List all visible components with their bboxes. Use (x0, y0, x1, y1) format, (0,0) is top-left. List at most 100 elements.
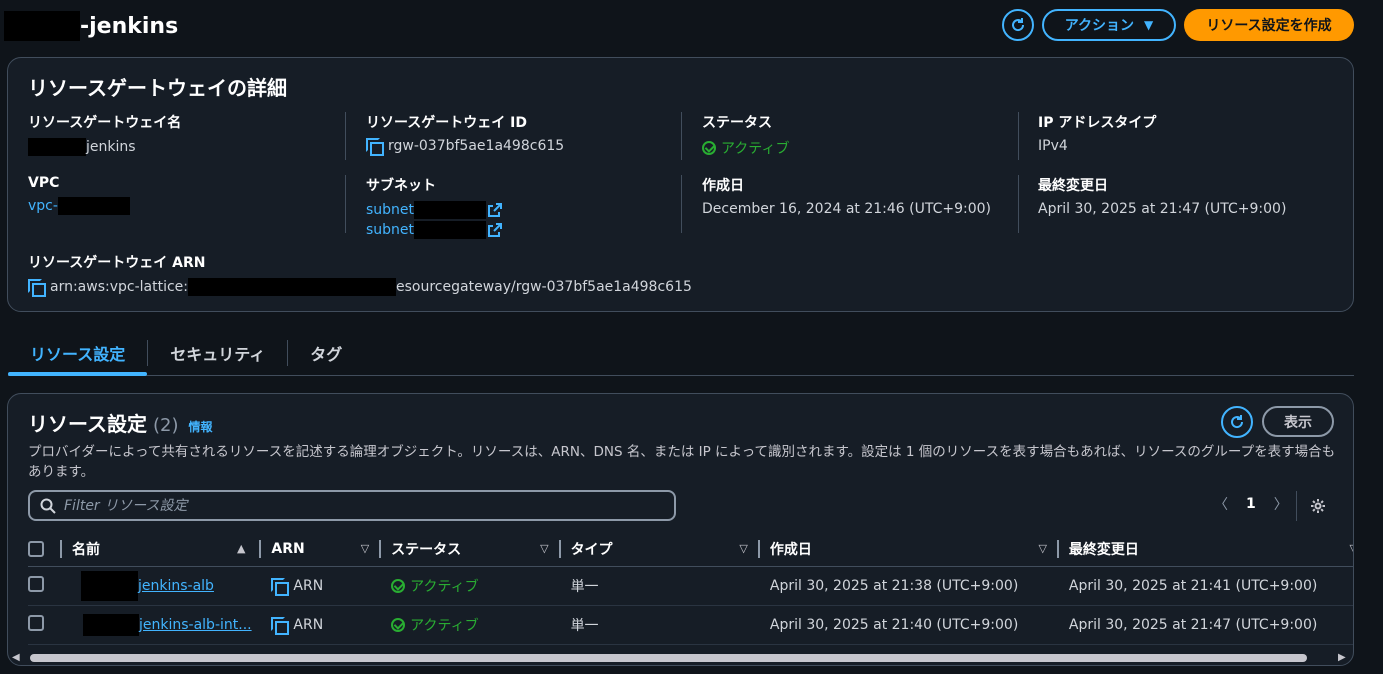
gear-icon[interactable] (1310, 498, 1326, 514)
filter-field[interactable] (28, 490, 676, 521)
subnet-label: サブネット (366, 178, 436, 194)
table-header-row: 名前 ▲ ARN ▽ ステータス ▽ タイプ ▽ 作成日 ▽ 最終変更日 ▽ (28, 532, 1353, 567)
info-link[interactable]: 情報 (189, 418, 213, 435)
subnet-item[interactable]: subnet (366, 221, 503, 239)
arn-value: ARN (293, 616, 324, 633)
copy-icon[interactable] (366, 138, 384, 156)
type-value: 単一 (570, 566, 770, 606)
vpc-field: VPC vpc- (28, 175, 130, 215)
status-value: アクティブ (410, 578, 479, 595)
chevron-right-icon[interactable]: 〉 (1274, 494, 1288, 514)
copy-icon[interactable] (271, 616, 290, 635)
created-label: 作成日 (702, 178, 744, 194)
arn-suffix: esourcegateway/rgw-037bf5ae1a498c615 (396, 279, 692, 295)
column-header-created[interactable]: 作成日 ▽ (769, 532, 1069, 567)
external-link-icon (488, 223, 503, 237)
tab-bar: リソース設定 セキュリティ タグ (8, 332, 1354, 376)
arn-label: リソースゲートウェイ ARN (28, 255, 206, 271)
resource-name-link[interactable]: jenkins-alb-int... (139, 617, 252, 633)
resource-description: プロバイダーによって共有されるリソースを記述する論理オブジェクト。リソースは、A… (28, 444, 1336, 480)
arn-prefix: arn:aws:vpc-lattice: (50, 279, 189, 295)
tab-resource-configs[interactable]: リソース設定 (8, 332, 148, 376)
scroll-right-arrow-icon[interactable]: ▶ (1338, 652, 1346, 663)
status-label: ステータス (702, 115, 772, 131)
details-title: リソースゲートウェイの詳細 (28, 76, 287, 100)
gateway-name-field: リソースゲートウェイ名 jenkins (28, 112, 181, 156)
redacted-block (414, 201, 487, 219)
check-circle-icon (702, 141, 716, 155)
sort-ascending-icon: ▲ (236, 542, 246, 556)
sort-caret-icon: ▽ (360, 542, 370, 556)
column-label: 作成日 (769, 541, 812, 558)
modified-label: 最終変更日 (1038, 178, 1108, 194)
status-field: ステータス アクティブ (702, 112, 789, 158)
refresh-icon (1012, 18, 1025, 32)
status-value: アクティブ (721, 141, 790, 157)
column-header-arn[interactable]: ARN ▽ (271, 532, 392, 567)
divider (1018, 175, 1019, 233)
scroll-left-arrow-icon[interactable]: ◀ (12, 652, 20, 663)
subnet-link[interactable]: subnet (366, 222, 414, 238)
resource-configs-title: リソース設定 (28, 412, 147, 436)
actions-dropdown-button[interactable]: アクション ▼ (1042, 9, 1176, 41)
subnet-item[interactable]: subnet (366, 201, 503, 219)
create-resource-config-button[interactable]: リソース設定を作成 (1184, 9, 1354, 41)
select-all-checkbox[interactable] (28, 540, 44, 557)
resource-name-link[interactable]: jenkins-alb (138, 578, 214, 594)
filter-input[interactable] (64, 497, 644, 514)
subnet-field: サブネット subnet subnet (366, 175, 503, 239)
gateway-id-label: リソースゲートウェイ ID (366, 115, 528, 131)
subnet-link[interactable]: subnet (366, 202, 414, 218)
refresh-button[interactable] (1221, 406, 1253, 438)
column-label: ステータス (391, 541, 462, 558)
horizontal-scrollbar[interactable]: ◀ ▶ (8, 652, 1353, 664)
divider (259, 539, 262, 558)
gateway-name-label: リソースゲートウェイ名 (28, 115, 182, 131)
table-row: jenkins-alb ARN アクティブ 単一 April 30, 2025 … (28, 566, 1353, 606)
created-field: 作成日 December 16, 2024 at 21:46 (UTC+9:00… (702, 175, 991, 217)
status-badge: アクティブ (702, 138, 789, 158)
refresh-button[interactable] (1002, 9, 1034, 41)
tab-security[interactable]: セキュリティ (148, 332, 287, 374)
copy-icon[interactable] (271, 577, 290, 596)
chevron-left-icon[interactable]: 〈 (1214, 494, 1228, 514)
divider (757, 539, 760, 558)
tab-tags[interactable]: タグ (288, 332, 364, 374)
scroll-thumb[interactable] (30, 654, 1307, 662)
modified-value: April 30, 2025 at 21:41 (UTC+9:00) (1068, 566, 1353, 606)
page-title: -jenkins (4, 10, 178, 42)
divider (1296, 491, 1297, 521)
sort-caret-icon: ▽ (739, 542, 748, 556)
divider (558, 539, 561, 558)
view-button[interactable]: 表示 (1262, 406, 1334, 437)
gateway-id-field: リソースゲートウェイ ID rgw-037bf5ae1a498c615 (366, 112, 564, 156)
created-value: December 16, 2024 at 21:46 (UTC+9:00) (702, 201, 992, 217)
divider (681, 112, 682, 160)
resource-configs-panel: リソース設定 (2) 情報 表示 プロバイダーによって共有されるリソースを記述す… (7, 393, 1354, 666)
sort-caret-icon: ▽ (1038, 542, 1047, 556)
column-header-type[interactable]: タイプ ▽ (570, 532, 770, 567)
divider (681, 175, 682, 233)
create-label: リソース設定を作成 (1206, 18, 1332, 34)
row-checkbox[interactable] (28, 575, 44, 592)
vpc-link[interactable]: vpc- (28, 198, 58, 214)
created-value: April 30, 2025 at 21:40 (UTC+9:00) (769, 605, 1069, 645)
check-circle-icon (391, 578, 406, 593)
page-number[interactable]: 1 (1246, 496, 1256, 512)
redacted-block (81, 570, 138, 601)
column-header-status[interactable]: ステータス ▽ (391, 532, 571, 567)
gateway-name-value: jenkins (86, 139, 136, 155)
sort-caret-icon: ▽ (1350, 542, 1353, 555)
redacted-block (83, 613, 139, 636)
external-link-icon (488, 203, 503, 217)
page-title-text: -jenkins (80, 13, 179, 39)
resource-count: (2) (153, 415, 179, 436)
column-header-name[interactable]: 名前 ▲ (72, 532, 272, 567)
row-checkbox[interactable] (28, 614, 44, 631)
pagination: 〈 1 〉 (1214, 494, 1288, 514)
column-header-modified[interactable]: 最終変更日 ▽ (1068, 532, 1353, 567)
copy-icon[interactable] (28, 279, 46, 297)
column-label: タイプ (570, 541, 613, 558)
column-label: 最終変更日 (1068, 541, 1139, 558)
redacted-block (188, 278, 397, 296)
